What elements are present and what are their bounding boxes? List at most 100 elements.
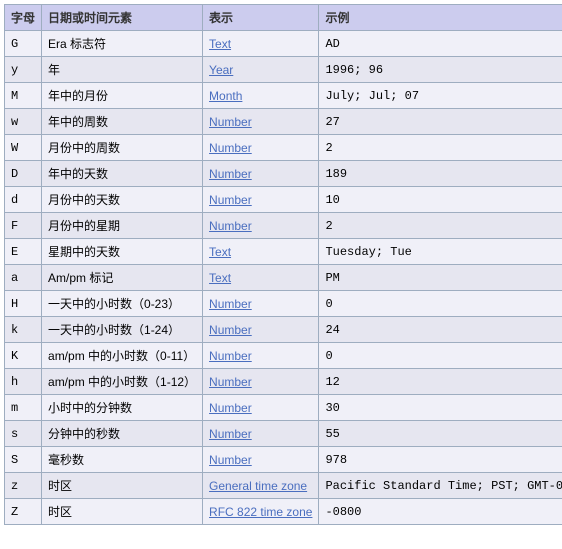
cell-element: 小时中的分钟数	[42, 395, 203, 421]
header-letter: 字母	[5, 5, 42, 31]
table-row: M年中的月份 Month July; Jul; 07	[5, 83, 562, 109]
cell-element: 毫秒数	[42, 447, 203, 473]
cell-element: 分钟中的秒数	[42, 421, 203, 447]
table-row: w年中的周数Number27	[5, 109, 562, 135]
cell-letter: E	[5, 239, 42, 265]
cell-example: -0800	[319, 499, 562, 525]
representation-link[interactable]: Number	[209, 193, 252, 207]
representation-link[interactable]: Number	[209, 141, 252, 155]
cell-letter: w	[5, 109, 42, 135]
header-row: 字母 日期或时间元素 表示 示例	[5, 5, 562, 31]
representation-link[interactable]: Number	[209, 453, 252, 467]
cell-letter: F	[5, 213, 42, 239]
cell-example: July; Jul; 07	[319, 83, 562, 109]
representation-link[interactable]: Number	[209, 401, 252, 415]
table-row: W月份中的周数Number2	[5, 135, 562, 161]
cell-example: Pacific Standard Time; PST; GMT-08:00	[319, 473, 562, 499]
header-element: 日期或时间元素	[42, 5, 203, 31]
cell-letter: d	[5, 187, 42, 213]
table-row: y年 Year 1996; 96	[5, 57, 562, 83]
representation-link[interactable]: Number	[209, 115, 252, 129]
cell-element: am/pm 中的小时数（0-11）	[42, 343, 203, 369]
cell-example: 30	[319, 395, 562, 421]
cell-element: 年	[42, 57, 203, 83]
cell-element: 一天中的小时数（0-23）	[42, 291, 203, 317]
table-row: D年中的天数 Number 189	[5, 161, 562, 187]
cell-example: 189	[319, 161, 562, 187]
cell-example: 2	[319, 135, 562, 161]
cell-representation: Number	[203, 291, 319, 317]
representation-link[interactable]: Year	[209, 63, 233, 77]
cell-representation: General time zone	[203, 473, 319, 499]
representation-link[interactable]: Month	[209, 89, 242, 103]
representation-link[interactable]: Text	[209, 245, 231, 259]
cell-letter: y	[5, 57, 42, 83]
cell-example: 978	[319, 447, 562, 473]
table-row: GEra 标志符 Text AD	[5, 31, 562, 57]
cell-element: 年中的天数	[42, 161, 203, 187]
cell-element: Era 标志符	[42, 31, 203, 57]
table-row: S毫秒数 Number 978	[5, 447, 562, 473]
representation-link[interactable]: Text	[209, 37, 231, 51]
representation-link[interactable]: Number	[209, 349, 252, 363]
representation-link[interactable]: Number	[209, 427, 252, 441]
cell-letter: K	[5, 343, 42, 369]
cell-representation: RFC 822 time zone	[203, 499, 319, 525]
cell-element: 时区	[42, 499, 203, 525]
cell-letter: z	[5, 473, 42, 499]
cell-example: AD	[319, 31, 562, 57]
cell-example: 2	[319, 213, 562, 239]
cell-example: 0	[319, 291, 562, 317]
table-row: z时区General time zonePacific Standard Tim…	[5, 473, 562, 499]
cell-element: 年中的周数	[42, 109, 203, 135]
representation-link[interactable]: Number	[209, 167, 252, 181]
cell-example: 1996; 96	[319, 57, 562, 83]
cell-representation: Text	[203, 239, 319, 265]
cell-letter: S	[5, 447, 42, 473]
representation-link[interactable]: RFC 822 time zone	[209, 505, 312, 519]
cell-representation: Number	[203, 135, 319, 161]
cell-example: 10	[319, 187, 562, 213]
cell-representation: Number	[203, 395, 319, 421]
cell-representation: Number	[203, 343, 319, 369]
table-row: s分钟中的秒数Number55	[5, 421, 562, 447]
cell-representation: Number	[203, 213, 319, 239]
representation-link[interactable]: Number	[209, 219, 252, 233]
cell-letter: Z	[5, 499, 42, 525]
representation-link[interactable]: Number	[209, 323, 252, 337]
header-example: 示例	[319, 5, 562, 31]
representation-link[interactable]: Text	[209, 271, 231, 285]
cell-representation: Number	[203, 421, 319, 447]
cell-letter: D	[5, 161, 42, 187]
cell-element: Am/pm 标记	[42, 265, 203, 291]
cell-representation: Text	[203, 265, 319, 291]
cell-representation: Number	[203, 369, 319, 395]
cell-letter: M	[5, 83, 42, 109]
cell-letter: G	[5, 31, 42, 57]
cell-letter: h	[5, 369, 42, 395]
cell-letter: a	[5, 265, 42, 291]
cell-element: 星期中的天数	[42, 239, 203, 265]
date-pattern-table: 字母 日期或时间元素 表示 示例 GEra 标志符 Text AD y年 Year 199…	[4, 4, 562, 525]
table-row: F月份中的星期Number2	[5, 213, 562, 239]
table-row: m小时中的分钟数Number30	[5, 395, 562, 421]
cell-element: am/pm 中的小时数（1-12）	[42, 369, 203, 395]
cell-example: Tuesday; Tue	[319, 239, 562, 265]
cell-representation: Number	[203, 317, 319, 343]
cell-letter: W	[5, 135, 42, 161]
representation-link[interactable]: Number	[209, 375, 252, 389]
table-row: Z时区 RFC 822 time zone -0800	[5, 499, 562, 525]
cell-example: 0	[319, 343, 562, 369]
representation-link[interactable]: General time zone	[209, 479, 307, 493]
representation-link[interactable]: Number	[209, 297, 252, 311]
cell-representation: Year	[203, 57, 319, 83]
table-row: E星期中的天数 Text Tuesday; Tue	[5, 239, 562, 265]
cell-element: 月份中的天数	[42, 187, 203, 213]
cell-letter: s	[5, 421, 42, 447]
table-row: ham/pm 中的小时数（1-12）Number12	[5, 369, 562, 395]
cell-element: 年中的月份	[42, 83, 203, 109]
table-row: Kam/pm 中的小时数（0-11） Number 0	[5, 343, 562, 369]
cell-representation: Number	[203, 161, 319, 187]
table-row: aAm/pm 标记TextPM	[5, 265, 562, 291]
cell-letter: k	[5, 317, 42, 343]
